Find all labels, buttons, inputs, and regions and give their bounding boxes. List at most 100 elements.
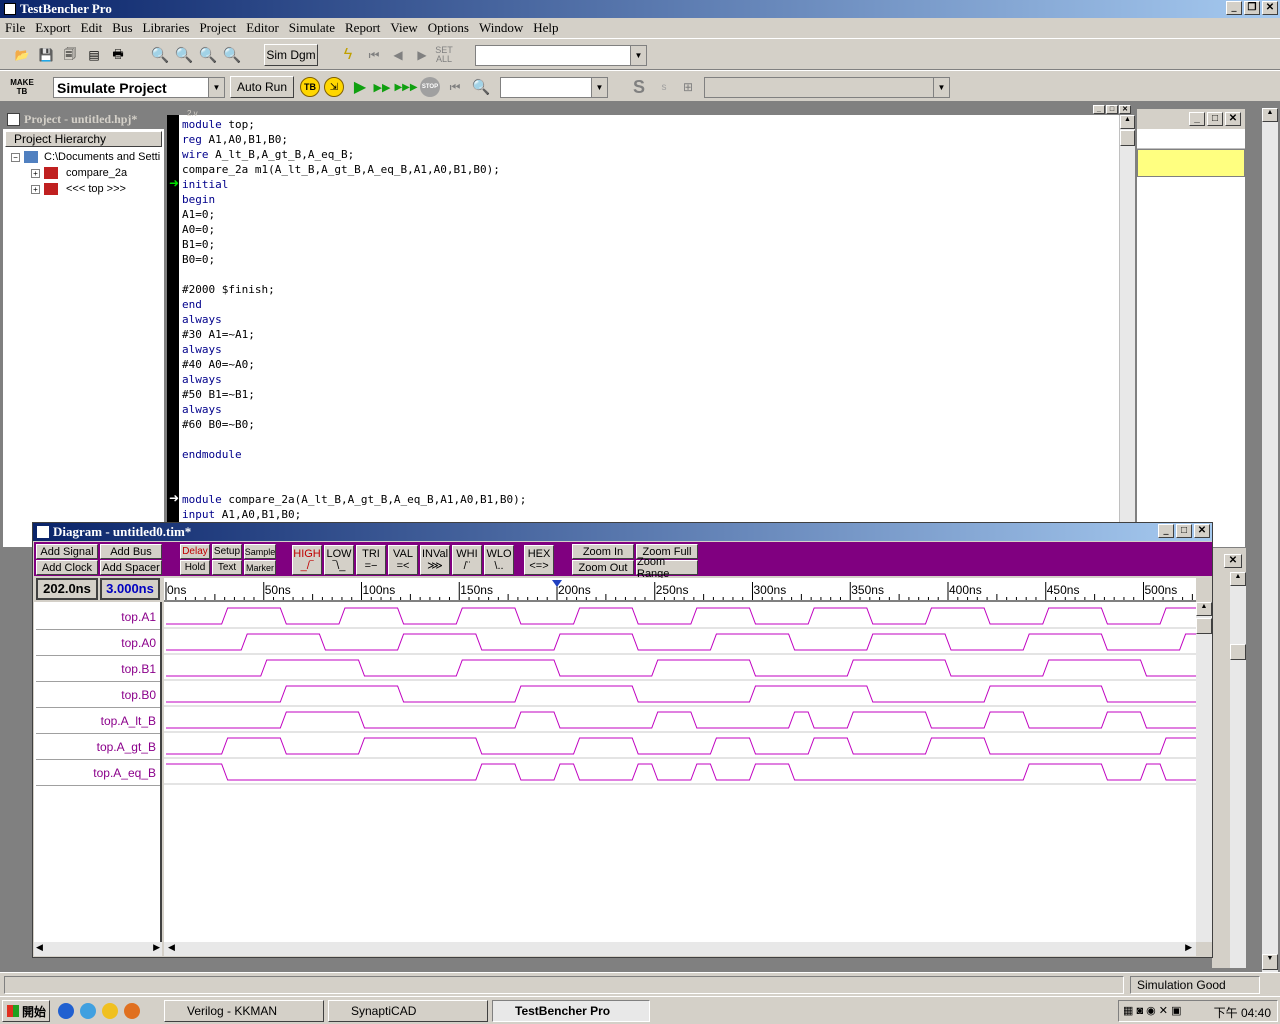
scroll-down-icon[interactable]: ▼ [1262,954,1278,970]
project-hierarchy-header[interactable]: Project Hierarchy [5,131,162,147]
menu-item-window[interactable]: Window [474,20,528,36]
wave-hex-button[interactable]: HEX <=> [524,545,554,575]
bg-close-button[interactable]: ✕ [1224,554,1242,568]
waveform-area[interactable]: 0ns 50ns 100ns 150ns 200ns 250ns 300ns 350ns 400… [164,578,1196,942]
scroll-up-icon[interactable]: ▲ [1120,115,1135,129]
make-tb-button[interactable]: MAKE TB [8,76,36,98]
fast-forward-icon[interactable]: ▶▶▶ [394,76,418,98]
code-editor[interactable]: module top; reg A1,A0,B1,B0; wire A_lt_B,A… [182,117,1117,547]
signal-label[interactable]: top.B0 [36,682,160,708]
label-hscroll[interactable]: ◀ ▶ [34,942,162,956]
tree-item-top[interactable]: + <<< top >>> [31,183,126,195]
tray-icons[interactable]: ▦ ◙ ◉ ✕ ▣ [1123,1004,1181,1017]
diagram-close-button[interactable]: ✕ [1194,524,1210,538]
outlook-icon[interactable] [80,1003,96,1019]
wave-wlo-button[interactable]: WLO \.. [484,545,514,575]
scroll-left-icon[interactable]: ◀ [36,942,43,953]
marker-button[interactable]: Marker [244,560,276,575]
zoom-range-button[interactable]: Zoom Range [636,556,698,580]
menu-item-options[interactable]: Options [423,20,474,36]
expand-icon[interactable]: + [31,184,40,194]
scroll-right-icon[interactable]: ▶ [153,942,160,953]
toolbar-combo-3[interactable]: ▼ [704,77,950,98]
editor-maximize-button[interactable]: □ [1106,105,1118,114]
task-verilog[interactable]: Verilog - KKMAN [164,1000,324,1022]
simulate-mode-select[interactable]: Simulate Project ▼ [53,77,225,98]
menu-item-project[interactable]: Project [194,20,241,36]
search-icon[interactable]: 🔍 [470,76,492,98]
sim-dgm-button[interactable]: Sim Dgm [264,44,318,66]
scroll-up-icon[interactable]: ▲ [1262,108,1278,122]
sample-button[interactable]: Sample [244,544,276,559]
save-icon[interactable]: 💾 [36,44,56,66]
scroll-thumb[interactable] [1196,618,1212,634]
scroll-thumb[interactable] [1120,130,1135,146]
zoom-full-icon[interactable]: 🔍 [198,44,218,66]
wave-whi-button[interactable]: WHI/¨ [452,545,482,575]
tb-button[interactable]: TB [300,77,320,97]
stop-button[interactable]: STOP [420,77,440,97]
run-icon[interactable]: ▶ [350,76,370,98]
scroll-up-icon[interactable]: ▲ [1196,602,1212,616]
menu-item-report[interactable]: Report [340,20,385,36]
step-icon[interactable]: ⇲ [324,77,344,97]
add-bus-button[interactable]: Add Bus [100,544,162,559]
close-button[interactable]: ✕ [1262,1,1278,15]
text-button[interactable]: Text [212,560,242,575]
signal-label[interactable]: top.A0 [36,630,160,656]
zoom-in-icon[interactable]: 🔍 [150,44,170,66]
ole-icon[interactable]: ▤ [84,44,104,66]
signal-label[interactable]: top.A_gt_B [36,734,160,760]
scroll-up-icon[interactable]: ▲ [1230,572,1246,586]
diagram-hscroll[interactable]: ◀ ▶ [164,942,1196,956]
signal-label[interactable]: top.A1 [36,604,160,630]
diagram-maximize-button[interactable]: □ [1176,524,1192,538]
toolbar-combo-2[interactable]: ▼ [500,77,608,98]
auto-run-button[interactable]: Auto Run [230,76,294,98]
zoom-range-icon[interactable]: 🔍 [222,44,242,66]
print-icon[interactable]: 🖶 [108,44,128,66]
setup-button[interactable]: Setup [212,544,242,559]
restore-button[interactable]: ❐ [1244,1,1260,15]
ie-icon[interactable] [58,1003,74,1019]
editor-minimize-button[interactable]: _ [1093,105,1105,114]
step-forward-icon[interactable]: ▶▶ [372,76,392,98]
lightning-icon[interactable]: ϟ [338,44,358,66]
wave-val-button[interactable]: VAL =< [388,545,418,575]
wave-low-button[interactable]: LOW ‾\_ [324,545,354,575]
menu-item-editor[interactable]: Editor [241,20,284,36]
open-icon[interactable]: 📂 [12,44,32,66]
expand-icon[interactable]: + [31,168,40,178]
side-maximize-button[interactable]: □ [1207,112,1223,126]
s-small-icon[interactable]: s [656,76,672,98]
add-spacer-button[interactable]: Add Spacer [100,560,162,575]
side-minimize-button[interactable]: _ [1189,112,1205,126]
menu-item-edit[interactable]: Edit [76,20,108,36]
scroll-right-icon[interactable]: ▶ [1185,942,1192,953]
s-icon[interactable]: S [628,76,650,98]
save-all-icon[interactable]: 🗐 [60,44,80,66]
main-scrollbar[interactable]: ▲ ▼ [1262,108,1278,972]
add-signal-button[interactable]: Add Signal [36,544,98,559]
scroll-left-icon[interactable]: ◀ [168,942,175,953]
add-clock-button[interactable]: Add Clock [36,560,98,575]
signal-label[interactable]: top.A_lt_B [36,708,160,734]
zoom-out-button[interactable]: Zoom Out [572,560,634,575]
scroll-thumb[interactable] [1230,644,1246,660]
set-all-button[interactable]: SET ALL [432,44,456,66]
start-button[interactable]: 開始 [2,1000,50,1022]
editor-scrollbar[interactable]: ▲ [1119,115,1135,549]
task-testbencher[interactable]: TestBencher Pro [492,1000,650,1022]
bg-scrollbar[interactable]: ▲ [1230,572,1246,968]
minimize-button[interactable]: _ [1226,1,1242,15]
prev-icon[interactable]: ◀ [388,44,408,66]
menu-item-view[interactable]: View [385,20,422,36]
toolbar-combo-1[interactable]: ▼ [475,45,647,66]
hierarchy-icon[interactable]: ⊞ [678,76,698,98]
diagram-minimize-button[interactable]: _ [1158,524,1174,538]
menu-item-libraries[interactable]: Libraries [138,20,195,36]
side-close-button[interactable]: ✕ [1225,112,1241,126]
wave-inval-button[interactable]: INVal ⋙ [420,545,450,575]
next-icon[interactable]: ▶ [412,44,432,66]
signal-label[interactable]: top.B1 [36,656,160,682]
